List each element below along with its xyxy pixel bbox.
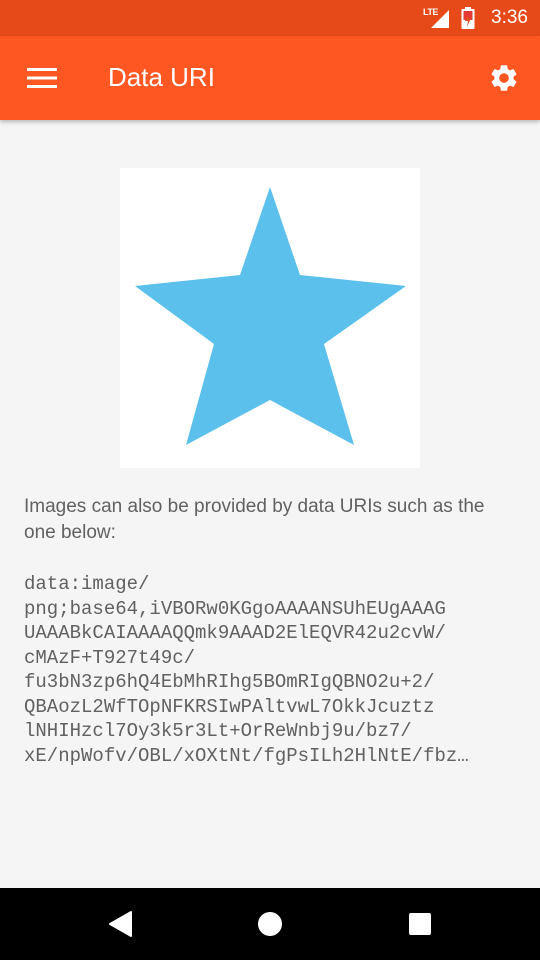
gear-icon [491, 65, 517, 91]
data-uri-line: xE/npWofv/OBL/xOXtNt/fgPsILh2HlNtE/fbz… [24, 744, 469, 767]
recents-button[interactable] [394, 898, 446, 950]
menu-button[interactable] [20, 56, 64, 100]
home-button[interactable] [244, 898, 296, 950]
data-uri-line: cMAzF+T927t49c/ [24, 646, 196, 669]
data-uri-line: UAAABkCAIAAAAQQmk9AAAD2ElEQVR42u2cvW/ [24, 622, 446, 644]
status-time: 3:36 [491, 7, 528, 28]
back-button[interactable] [94, 898, 146, 950]
page-title: Data URI [108, 62, 215, 92]
recents-square-icon [409, 913, 431, 935]
home-circle-icon [258, 912, 282, 936]
hamburger-menu-icon [27, 68, 57, 88]
network-type-label: LTE [423, 7, 438, 17]
data-uri-line: png;base64,iVBORw0KGgoAAAANSUhEUgAAAG [24, 597, 446, 620]
signal-icon: LTE [423, 6, 451, 30]
app-bar: Data URI [0, 36, 540, 120]
data-uri-line: fu3bN3zp6hQ4EbMhRIhg5BOmRIgQBNO2u+2/ [24, 671, 435, 693]
status-bar: LTE 3:36 [0, 0, 540, 36]
data-uri-line: data:image/ [24, 573, 150, 595]
battery-icon [461, 7, 475, 29]
status-icons: LTE 3:36 [423, 0, 528, 36]
star-icon [135, 187, 406, 445]
data-uri-line: QBAozL2WfTOpNFKRSIwPAltvwL7OkkJcuztz [24, 695, 435, 718]
back-triangle-icon [109, 911, 132, 937]
description-text: Images can also be provided by data URIs… [24, 496, 485, 543]
data-uri-text: data:image/ png;base64,iVBORw0KGgoAAAANS… [24, 572, 516, 768]
data-uri-line: lNHIHzcl7Oy3k5r3Lt+OrReWnbj9u/bz7/ [24, 720, 412, 742]
data-uri-image [120, 168, 420, 468]
system-nav-bar [0, 888, 540, 960]
settings-button[interactable] [482, 56, 526, 100]
